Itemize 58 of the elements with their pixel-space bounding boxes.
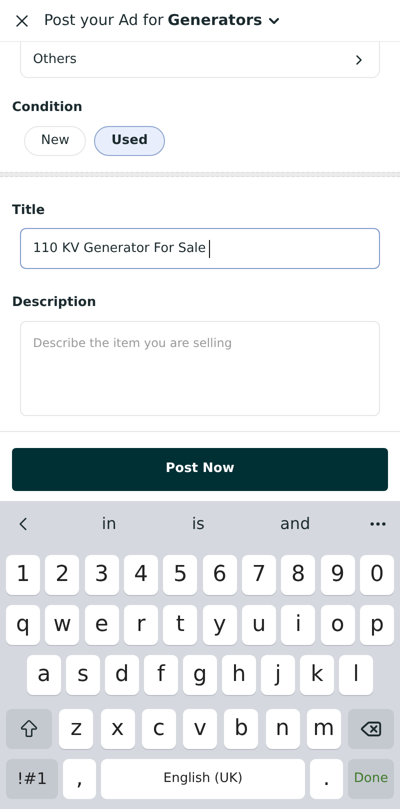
keyboard-key[interactable]: i [281,604,316,644]
keyboard-key[interactable]: 1 [6,554,40,594]
category-label: Others [33,50,77,69]
keyboard-key[interactable]: w [45,604,80,644]
keyboard-key[interactable]: u [242,604,276,644]
keyboard-key[interactable]: 3 [84,554,119,594]
keyboard-key[interactable]: 5 [163,554,198,594]
keyboard-key[interactable]: g [183,654,217,694]
period-key[interactable]: . [310,758,343,798]
keyboard-key[interactable]: y [202,604,237,644]
category-row[interactable]: Others [20,42,380,78]
keyboard-key[interactable]: t [163,604,198,644]
keyboard-key[interactable]: z [59,708,94,748]
space-key[interactable]: English (UK) [101,758,305,798]
condition-chip[interactable]: Used [94,126,165,156]
keyboard-key[interactable]: a [27,654,61,694]
post-now-button[interactable]: Post Now [12,448,388,490]
category-name[interactable]: Generators [168,9,262,32]
keyboard-key[interactable]: x [100,708,134,748]
keyboard-key[interactable]: n [266,708,300,748]
keyboard-key[interactable]: 0 [360,554,394,594]
keyboard-key[interactable]: p [360,604,394,644]
shift-key[interactable] [6,708,52,748]
description-input[interactable]: Describe the item you are selling [20,320,380,416]
keyboard-key[interactable]: m [306,708,341,748]
keyboard-key[interactable]: d [105,654,139,694]
keyboard-key[interactable]: b [224,708,258,748]
keyboard-key[interactable]: e [84,604,119,644]
keyboard-key[interactable]: v [183,708,217,748]
condition-chip[interactable]: New [24,126,86,156]
condition-label: Condition [12,99,84,117]
keyboard-key[interactable]: f [144,654,178,694]
keyboard-key[interactable]: c [142,708,176,748]
shift-icon [18,718,40,740]
keyboard-key[interactable]: 4 [124,554,158,594]
comma-key[interactable]: , [63,758,96,798]
suggestion-word[interactable]: is [192,512,205,536]
keyboard-key[interactable]: 8 [281,554,316,594]
keyboard-key[interactable]: 6 [202,554,237,594]
header-title: Post your Ad for [44,10,164,32]
keyboard-key[interactable]: 9 [320,554,355,594]
suggestion-word[interactable]: and [280,512,310,536]
symbols-key[interactable]: !#1 [6,758,58,798]
keyboard-key[interactable]: s [66,654,100,694]
description-label: Description [12,294,98,312]
backspace-key[interactable] [348,708,394,748]
keyboard-key[interactable]: l [339,654,373,694]
keyboard-key[interactable]: 7 [242,554,276,594]
title-label: Title [12,202,46,220]
keyboard-key[interactable]: j [261,654,295,694]
keyboard-key[interactable]: r [124,604,158,644]
keyboard-key[interactable]: k [300,654,334,694]
keyboard-key[interactable]: h [222,654,256,694]
keyboard-key[interactable]: o [320,604,355,644]
keyboard-key[interactable]: 2 [45,554,80,594]
title-input[interactable]: 110 KV Generator For Sale [20,228,380,269]
suggestion-word[interactable]: in [102,512,116,536]
keyboard-key[interactable]: q [6,604,40,644]
